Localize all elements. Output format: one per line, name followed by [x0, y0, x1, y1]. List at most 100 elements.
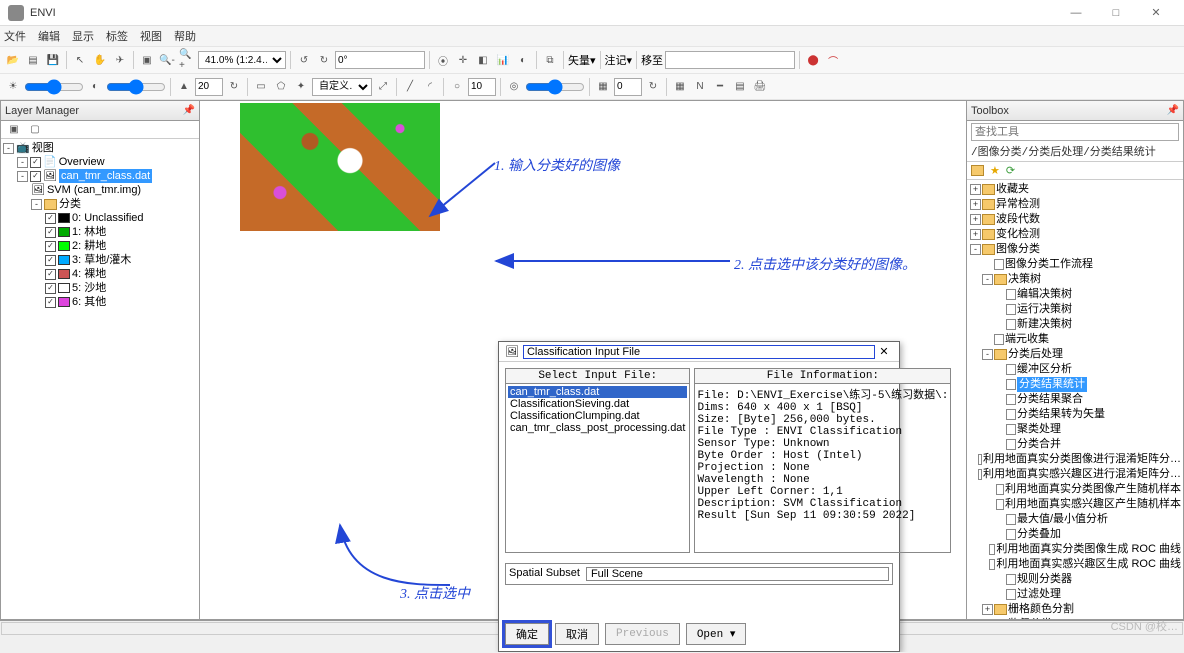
stretch-icon[interactable]: ◧: [474, 51, 492, 69]
zoom-out-icon[interactable]: 🔍-: [158, 51, 176, 69]
class-label[interactable]: 2: 耕地: [72, 239, 106, 253]
contrast-slider[interactable]: [106, 81, 166, 93]
open-button[interactable]: Open ▾: [686, 623, 747, 645]
pan-icon[interactable]: ✋: [91, 51, 109, 69]
toolbox-item[interactable]: 分类叠加: [1017, 527, 1061, 542]
record-icon[interactable]: ⬤: [804, 51, 822, 69]
toolbox-item[interactable]: 异常检测: [996, 197, 1040, 212]
toolbox-item[interactable]: 分类合并: [1017, 437, 1061, 452]
draw-line-icon[interactable]: ╱: [401, 78, 419, 96]
hist-icon[interactable]: 📊: [494, 51, 512, 69]
target-icon[interactable]: ⦿: [434, 51, 452, 69]
annotation-dropdown[interactable]: 注记▾: [605, 52, 633, 68]
brightness-icon[interactable]: ☀: [4, 78, 22, 96]
refresh-icon[interactable]: ⟳: [1006, 164, 1015, 177]
toolbox-search-input[interactable]: [971, 123, 1179, 141]
class-label[interactable]: 6: 其他: [72, 295, 106, 309]
toolbox-item[interactable]: 收藏夹: [996, 182, 1029, 197]
checkbox[interactable]: [45, 241, 56, 252]
goto-input[interactable]: [665, 51, 795, 69]
lock-icon[interactable]: ⤢: [374, 78, 392, 96]
toolbox-item[interactable]: 利用地面真实分类图像生成 ROC 曲线: [996, 542, 1181, 557]
toolbox-item[interactable]: 利用地面真实感兴趣区产生随机样本: [1005, 497, 1181, 512]
menu-file[interactable]: 文件: [4, 28, 26, 44]
checkbox[interactable]: [45, 255, 56, 266]
select-rect-icon[interactable]: ▭: [252, 78, 270, 96]
custom-combo[interactable]: 自定义…: [312, 78, 372, 96]
checkbox[interactable]: [45, 269, 56, 280]
toolbox-item[interactable]: 波段代数: [996, 212, 1040, 227]
select-poly-icon[interactable]: ⬠: [272, 78, 290, 96]
toolbox-item[interactable]: 栅格颜色分割: [1008, 602, 1074, 617]
checkbox[interactable]: [30, 171, 41, 182]
toolbox-item[interactable]: 新建决策树: [1017, 317, 1072, 332]
tree-overview[interactable]: Overview: [59, 155, 105, 169]
map-canvas[interactable]: 🖼 Classification Input File ✕ Select Inp…: [200, 100, 966, 620]
class-label[interactable]: 1: 林地: [72, 225, 106, 239]
toolbox-item[interactable]: 变化检测: [996, 227, 1040, 242]
contrast-slider-icon[interactable]: ◐: [86, 78, 104, 96]
star-icon[interactable]: ★: [990, 164, 1000, 177]
toolbox-item[interactable]: 利用地面真实感兴趣区进行混淆矩阵分…: [983, 467, 1181, 482]
toolbox-item[interactable]: 分类结果转为矢量: [1017, 407, 1105, 422]
tree-class-file[interactable]: can_tmr_class.dat: [59, 169, 152, 183]
grid-icon[interactable]: ▦: [671, 78, 689, 96]
minimize-button[interactable]: —: [1056, 7, 1096, 19]
chip-icon[interactable]: ▤: [24, 51, 42, 69]
checkbox[interactable]: [45, 213, 56, 224]
tree-class-group[interactable]: 分类: [59, 197, 81, 211]
collapse-icon[interactable]: ▣: [5, 121, 23, 139]
toolbox-item[interactable]: 利用地面真实分类图像进行混淆矩阵分…: [983, 452, 1181, 467]
contrast-icon[interactable]: ◐: [514, 51, 532, 69]
close-button[interactable]: ✕: [1136, 6, 1176, 19]
opacity-slider[interactable]: [525, 81, 585, 93]
zoom-fit-icon[interactable]: ▣: [138, 51, 156, 69]
sharpen-value[interactable]: [195, 78, 223, 96]
pin-icon[interactable]: 📌: [183, 105, 195, 116]
opacity-icon[interactable]: ◎: [505, 78, 523, 96]
toolbox-item[interactable]: 聚类处理: [1017, 422, 1061, 437]
copy-icon[interactable]: ⧉: [541, 51, 559, 69]
toolbox-item[interactable]: 利用地面真实感兴趣区生成 ROC 曲线: [996, 557, 1181, 572]
checkbox[interactable]: [30, 157, 41, 168]
circle-icon[interactable]: ○: [448, 78, 466, 96]
rotate-ccw-icon[interactable]: ↺: [295, 51, 313, 69]
save-icon[interactable]: 💾: [44, 51, 62, 69]
draw-arc-icon[interactable]: ◜: [421, 78, 439, 96]
transparency-icon[interactable]: ▦: [594, 78, 612, 96]
sharpen-icon[interactable]: ▲: [175, 78, 193, 96]
transparency-value[interactable]: [614, 78, 642, 96]
toolbox-item[interactable]: 运行决策树: [1017, 302, 1072, 317]
toolbox-item[interactable]: 利用地面真实分类图像产生随机样本: [1005, 482, 1181, 497]
print-icon[interactable]: 🖨: [751, 78, 769, 96]
toolbox-item[interactable]: 端元收集: [1005, 332, 1049, 347]
radius-value[interactable]: [468, 78, 496, 96]
layer-tree[interactable]: -📺 视图 - 📄 Overview - 🖼 can_tmr_class.dat…: [1, 139, 199, 619]
toolbox-tree[interactable]: + 收藏夹+ 异常检测+ 波段代数+ 变化检测- 图像分类 图像分类工作流程- …: [967, 180, 1183, 619]
tree-svm-file[interactable]: SVM (can_tmr.img): [47, 183, 141, 197]
region-icon[interactable]: ⌒: [824, 51, 842, 69]
probe-icon[interactable]: ✛: [454, 51, 472, 69]
cursor-icon[interactable]: ↖: [71, 51, 89, 69]
legend-icon[interactable]: ▤: [731, 78, 749, 96]
maximize-button[interactable]: □: [1096, 7, 1136, 19]
toolbox-item[interactable]: 过滤处理: [1017, 587, 1061, 602]
menu-edit[interactable]: 编辑: [38, 28, 60, 44]
menu-label[interactable]: 标签: [106, 28, 128, 44]
box-icon[interactable]: ▢: [26, 121, 44, 139]
toolbox-item[interactable]: 最大值/最小值分析: [1017, 512, 1108, 527]
brightness-slider[interactable]: [24, 81, 84, 93]
toolbox-item[interactable]: 分类结果聚合: [1017, 392, 1083, 407]
class-label[interactable]: 0: Unclassified: [72, 211, 144, 225]
menu-help[interactable]: 帮助: [174, 28, 196, 44]
toolbox-item[interactable]: 图像分类工作流程: [1005, 257, 1093, 272]
toolbox-item[interactable]: 分类后处理: [1008, 347, 1063, 362]
zoom-in-icon[interactable]: 🔍+: [178, 51, 196, 69]
angle-input[interactable]: [335, 51, 425, 69]
sync-icon[interactable]: ↻: [644, 78, 662, 96]
toolbox-item[interactable]: 规则分类器: [1017, 572, 1072, 587]
class-label[interactable]: 3: 草地/灌木: [72, 253, 131, 267]
class-label[interactable]: 4: 裸地: [72, 267, 106, 281]
checkbox[interactable]: [45, 227, 56, 238]
pin-icon[interactable]: 📌: [1167, 105, 1179, 116]
